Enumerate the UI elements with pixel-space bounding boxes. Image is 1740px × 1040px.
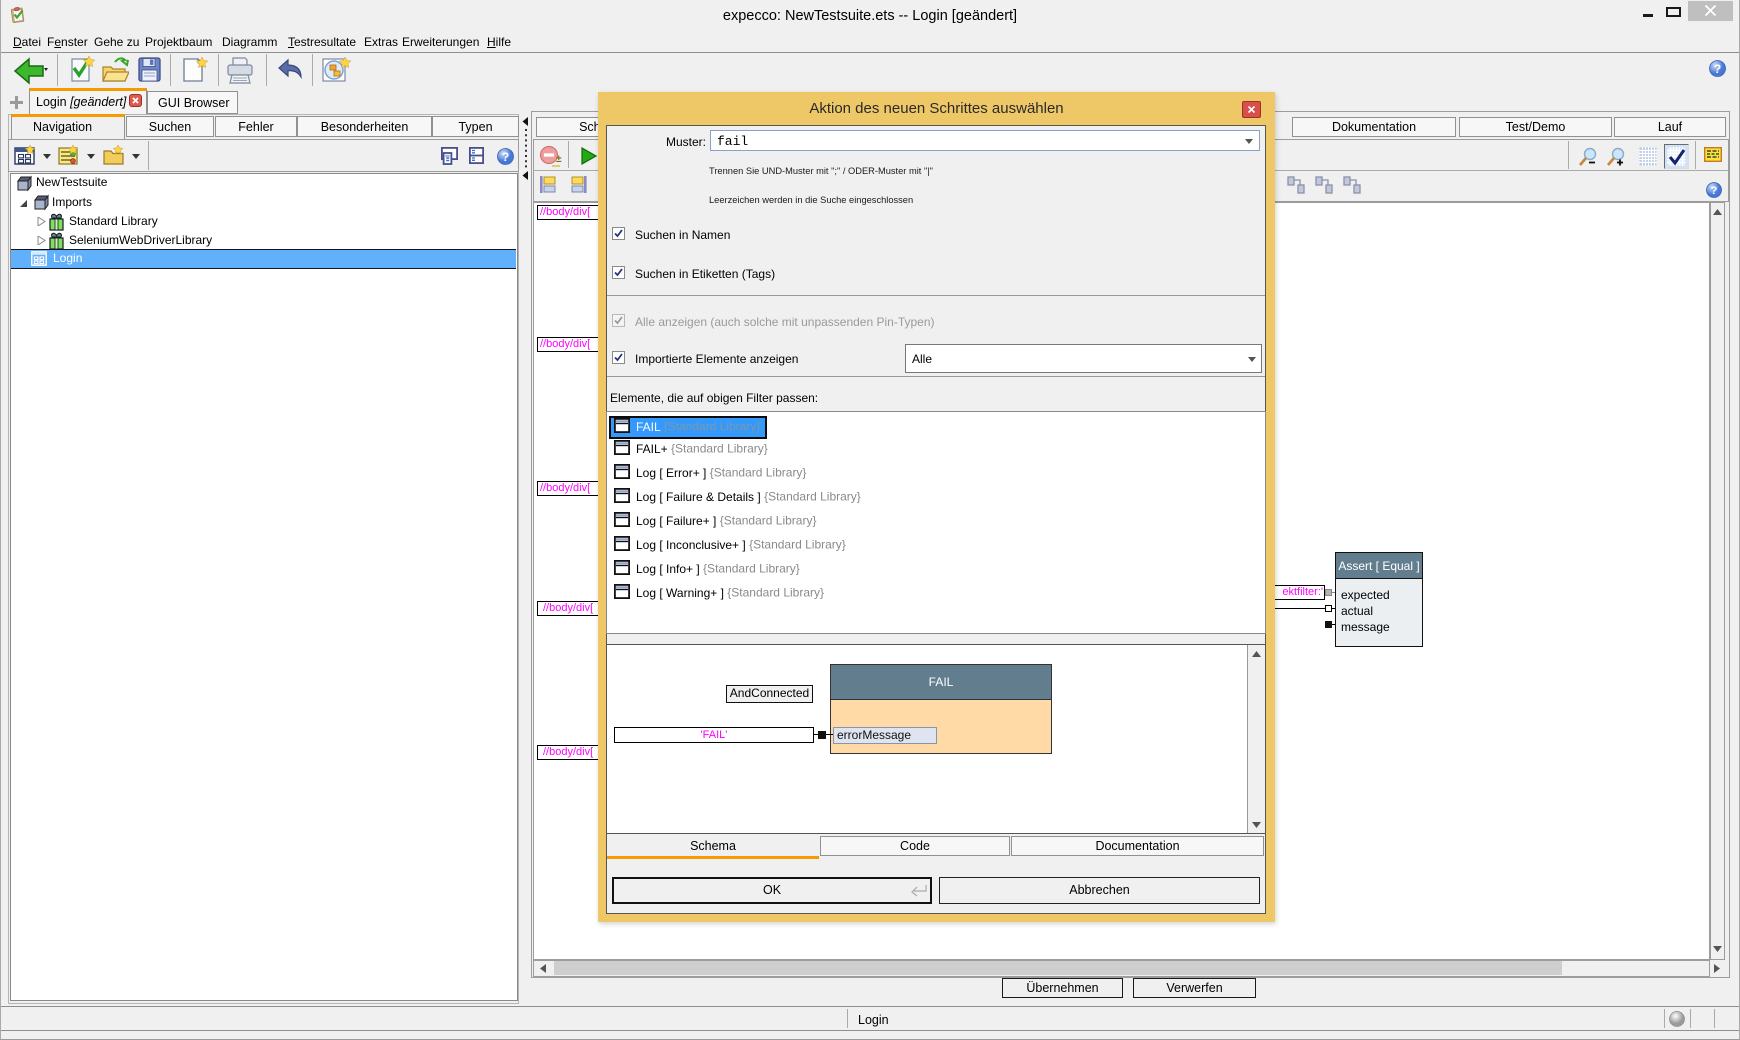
svg-text:?: ?: [1714, 62, 1721, 76]
svg-text:±: ±: [556, 154, 562, 165]
svg-text:?: ?: [1711, 185, 1718, 197]
svg-text:?: ?: [502, 150, 509, 164]
